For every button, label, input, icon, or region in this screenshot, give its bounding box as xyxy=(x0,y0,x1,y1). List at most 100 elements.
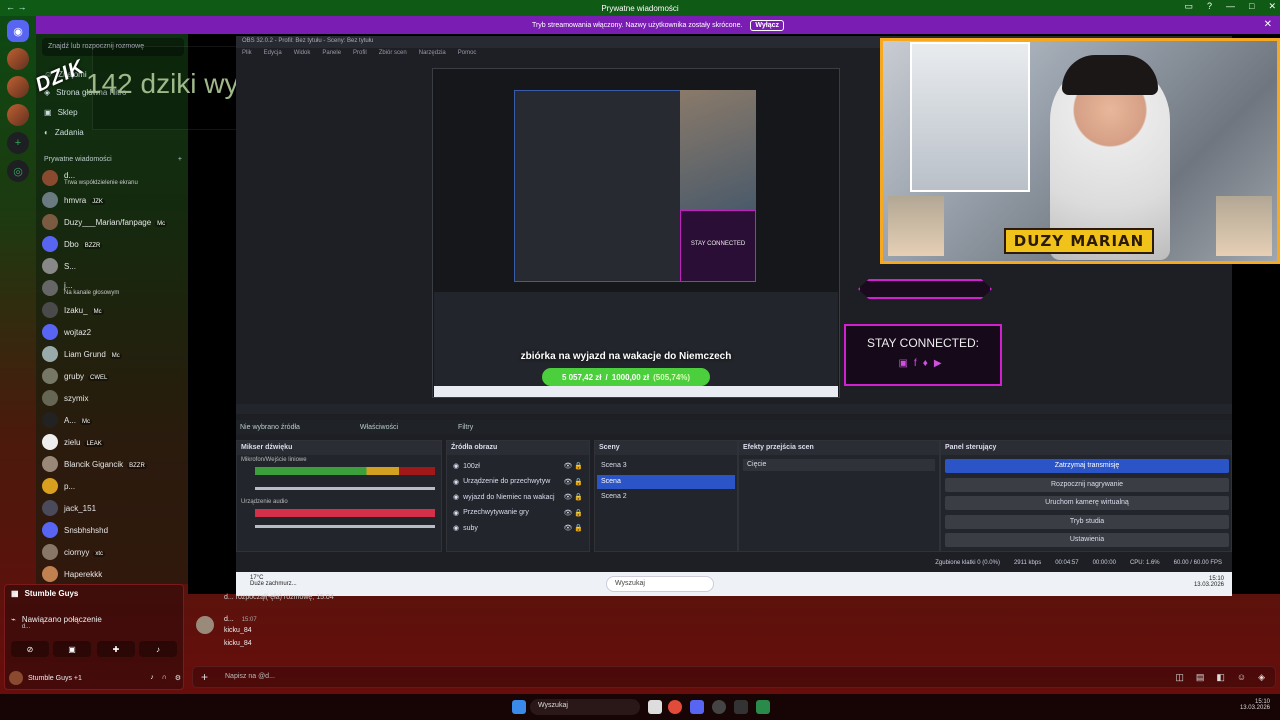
discord-icon[interactable] xyxy=(690,700,704,714)
dm-item[interactable]: Izaku_ Mc xyxy=(42,300,184,320)
source-item[interactable]: ◉ suby 👁 🔒 xyxy=(453,521,583,535)
nav-quests[interactable]: ◐ Zadania xyxy=(44,128,84,137)
transitions-dock: Efekty przejścia scen Cięcie xyxy=(738,440,940,552)
source-name: wyjazd do Niemiec na wakacj xyxy=(463,493,555,501)
visibility-lock-icons[interactable]: 👁 🔒 xyxy=(563,509,583,517)
properties-button[interactable]: Właściwości xyxy=(360,424,398,431)
gift-icon[interactable]: ◫ xyxy=(1175,672,1184,683)
dm-item[interactable]: szymix xyxy=(42,388,184,408)
dm-name: wojtaz2 xyxy=(64,327,92,337)
control-button[interactable]: Zatrzymaj transmisję xyxy=(945,459,1229,473)
close-button[interactable]: ✕ xyxy=(1268,1,1276,12)
control-button[interactable]: Rozpocznij nagrywanie xyxy=(945,477,1229,492)
control-button[interactable]: Uruchom kamerę wirtualną xyxy=(945,496,1229,510)
dm-name: A... xyxy=(64,415,77,425)
transition-select[interactable]: Cięcie xyxy=(743,459,935,471)
dm-item[interactable]: p... xyxy=(42,476,184,496)
close-icon[interactable]: ✕ xyxy=(1264,19,1272,30)
obs-menu-item[interactable]: Panele xyxy=(322,50,341,58)
visibility-lock-icons[interactable]: 👁 🔒 xyxy=(563,493,583,501)
start-icon[interactable] xyxy=(512,700,526,714)
scene-item[interactable]: Scena xyxy=(597,474,735,489)
user-panel[interactable]: Stumble Guys +1 ♪ ∩ ⚙ xyxy=(9,669,181,687)
app-icon[interactable] xyxy=(756,700,770,714)
visibility-lock-icons[interactable]: 👁 🔒 xyxy=(563,462,583,470)
apps-icon[interactable]: ◈ xyxy=(1258,672,1265,683)
obs-menu-item[interactable]: Plik xyxy=(242,50,252,58)
obs-icon[interactable] xyxy=(712,700,726,714)
voice-status-sub: d... xyxy=(21,624,31,630)
control-button[interactable]: Tryb studia xyxy=(945,514,1229,529)
social-icons: ▣f♦▶ xyxy=(846,358,1000,369)
avatar xyxy=(196,616,214,634)
activities-button[interactable]: ✚ xyxy=(97,641,135,657)
visibility-lock-icons[interactable]: 👁 🔒 xyxy=(563,524,583,532)
dm-item[interactable]: A... Mc xyxy=(42,410,184,430)
mic-icon[interactable]: ♪ xyxy=(150,674,154,682)
screenshare-button[interactable]: ▣ xyxy=(53,641,91,657)
headphones-icon[interactable]: ∩ xyxy=(162,674,167,682)
sticker-icon[interactable]: ◧ xyxy=(1216,672,1225,683)
soundboard-button[interactable]: ♪ xyxy=(139,641,177,657)
dm-item[interactable]: Duzy___Marian/fanpage Mc xyxy=(42,212,184,232)
audio-volume-slider[interactable] xyxy=(255,525,435,528)
obs-menu-item[interactable]: Profil xyxy=(353,50,367,58)
dm-item[interactable]: Liam Grund Mc xyxy=(42,344,184,364)
dm-item[interactable]: zielu LEAK xyxy=(42,432,184,452)
minimize-button[interactable]: — xyxy=(1226,1,1235,12)
emoji-icon[interactable]: ☺ xyxy=(1237,672,1246,683)
taskbar-clock: 15:10 13.03.2026 xyxy=(1239,699,1270,711)
add-attachment-icon[interactable]: + xyxy=(201,670,208,684)
server-icon[interactable] xyxy=(7,104,29,126)
scene-item[interactable]: Scena 3 xyxy=(597,459,735,473)
activity-row[interactable]: ▦ Stumble Guys xyxy=(11,589,78,598)
help-icon[interactable]: ? xyxy=(1207,1,1212,12)
dm-item[interactable]: Haperekkk xyxy=(42,564,184,584)
dm-item[interactable]: ciornyy xtc xyxy=(42,542,184,562)
task-view-icon[interactable] xyxy=(648,700,662,714)
obs-menu-item[interactable]: Narzędzia xyxy=(419,50,446,58)
dm-item[interactable]: j... Na kanale głosowym xyxy=(42,278,184,298)
add-server-icon[interactable]: + xyxy=(7,132,29,154)
weather-widget[interactable]: 17°C Duże zachmurz... xyxy=(250,575,297,587)
source-item[interactable]: ◉ 100zł 👁 🔒 xyxy=(453,459,583,473)
back-forward-icons[interactable]: ← → xyxy=(6,2,27,12)
disable-streamer-mode-button[interactable]: Wyłącz xyxy=(750,19,785,31)
obs-menu-item[interactable]: Edycja xyxy=(264,50,282,58)
source-item[interactable]: ◉ Urządzenie do przechwytyw 👁 🔒 xyxy=(453,475,583,489)
camera-button[interactable]: ⊘ xyxy=(11,641,49,657)
chrome-icon[interactable] xyxy=(668,700,682,714)
message-input[interactable]: + Napisz na @d... ◫ ▤ ◧ ☺ ◈ xyxy=(192,666,1276,688)
dm-item[interactable]: gruby CWEL xyxy=(42,366,184,386)
dm-item[interactable]: S... xyxy=(42,256,184,276)
obs-menu-item[interactable]: Zbiór scen xyxy=(379,50,407,58)
webcam-hair xyxy=(1062,55,1158,95)
mic-volume-slider[interactable] xyxy=(255,487,435,490)
visibility-lock-icons[interactable]: 👁 🔒 xyxy=(563,478,583,486)
inbox-icon[interactable]: ▭ xyxy=(1184,1,1193,12)
dm-item[interactable]: Dbo BZZR xyxy=(42,234,184,254)
obs-menu-item[interactable]: Pomoc xyxy=(458,50,477,58)
obs-menu-item[interactable]: Widok xyxy=(294,50,311,58)
discord-home-icon[interactable]: ◉ xyxy=(7,20,29,42)
steam-icon[interactable] xyxy=(734,700,748,714)
gif-icon[interactable]: ▤ xyxy=(1196,672,1205,683)
scene-item[interactable]: Scena 2 xyxy=(597,490,735,504)
dm-item[interactable]: Blancik Gigancik BZZR xyxy=(42,454,184,474)
dm-item[interactable]: hmvra JZK xyxy=(42,190,184,210)
avatar xyxy=(42,368,58,384)
maximize-button[interactable]: □ xyxy=(1249,1,1254,12)
dm-item[interactable]: d... Trwa współdzielenie ekranu xyxy=(42,168,184,188)
filters-button[interactable]: Filtry xyxy=(458,424,473,431)
obs-taskbar-search[interactable]: Wyszukaj xyxy=(606,576,714,592)
source-item[interactable]: ◉ Przechwytywanie gry 👁 🔒 xyxy=(453,506,583,520)
explore-icon[interactable]: ◎ xyxy=(7,160,29,182)
taskbar-search[interactable]: Wyszukaj xyxy=(530,699,640,715)
dm-item[interactable]: Snsbhshshd xyxy=(42,520,184,540)
control-button[interactable]: Ustawienia xyxy=(945,533,1229,547)
source-item[interactable]: ◉ wyjazd do Niemiec na wakacj 👁 🔒 xyxy=(453,490,583,504)
dm-item[interactable]: wojtaz2 xyxy=(42,322,184,342)
gear-icon[interactable]: ⚙ xyxy=(175,674,181,682)
dm-item[interactable]: jack_151 xyxy=(42,498,184,518)
add-dm-icon[interactable]: + xyxy=(178,156,182,163)
